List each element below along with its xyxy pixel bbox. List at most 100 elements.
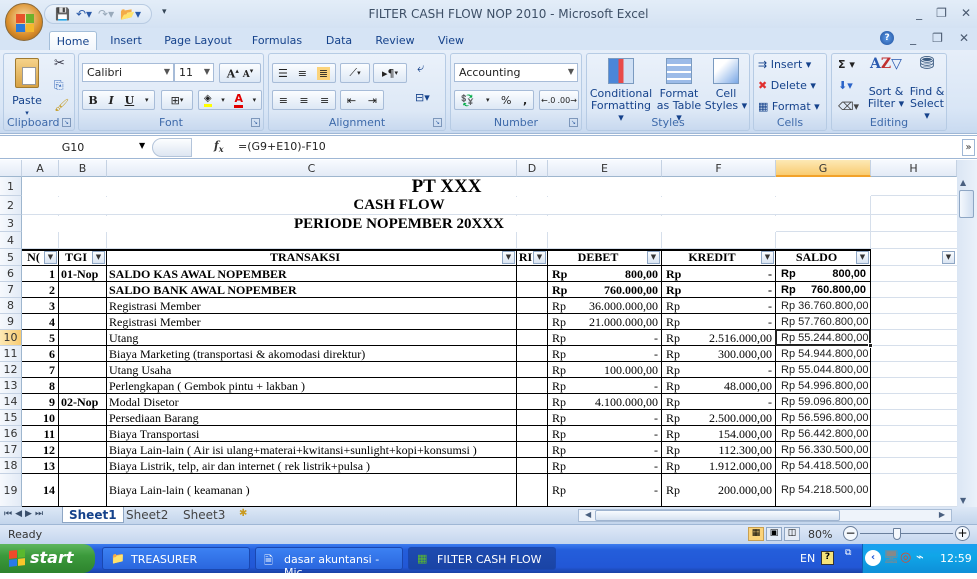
insert-function-icon[interactable]: fx (214, 139, 224, 154)
save-icon[interactable]: 💾 (55, 7, 70, 21)
filter-dropdown-saldo[interactable]: ▼ (856, 251, 869, 264)
align-center-icon[interactable]: ≡ (299, 94, 308, 107)
show-hidden-icons-button[interactable]: ‹ (865, 550, 881, 566)
alignment-launcher-icon[interactable]: ↘ (433, 118, 442, 127)
tab-review[interactable]: Review (370, 31, 420, 50)
row-header-11[interactable]: 11 (0, 346, 22, 362)
fill-color-icon[interactable]: ◈ (203, 93, 212, 107)
workbook-minimize-button[interactable]: _ (910, 31, 916, 45)
language-help-icon[interactable]: ? (821, 551, 834, 565)
row-header-3[interactable]: 3 (0, 215, 22, 232)
clock[interactable]: 12:59 (940, 552, 972, 565)
worksheet-grid[interactable]: A B C D E F G H 1 2 3 4 5 6 7 8 9 10 11 12 13 14 15 16 17 18 19 PT … (0, 160, 957, 507)
language-indicator[interactable]: EN (800, 552, 815, 565)
shrink-font-icon[interactable]: A▾ (243, 66, 254, 80)
taskbar-item-word[interactable]: 🗎 dasar akuntansi - Mic... (255, 547, 403, 579)
conditional-formatting-button[interactable]: Conditional Formatting ▾ (589, 58, 653, 124)
tab-home[interactable]: Home (49, 31, 97, 50)
zoom-slider-thumb[interactable] (893, 528, 901, 540)
scroll-right-icon[interactable]: ▶ (939, 510, 945, 519)
column-header-d[interactable]: D (517, 160, 548, 177)
tab-page-layout[interactable]: Page Layout (160, 31, 236, 50)
zoom-level[interactable]: 80% (808, 528, 832, 541)
row-header-6[interactable]: 6 (0, 266, 22, 282)
align-right-icon[interactable]: ≡ (320, 94, 329, 107)
row-header-4[interactable]: 4 (0, 232, 22, 249)
percent-button[interactable]: % (501, 94, 511, 107)
copy-icon[interactable]: ⎘ (54, 79, 64, 91)
tab-formulas[interactable]: Formulas (248, 31, 306, 50)
increase-indent-icon[interactable]: ⇥ (368, 94, 377, 107)
decrease-indent-icon[interactable]: ⇤ (347, 94, 356, 107)
zoom-slider-track[interactable] (860, 533, 953, 534)
number-launcher-icon[interactable]: ↘ (569, 118, 578, 127)
row-header-10[interactable]: 10 (0, 330, 22, 346)
page-layout-view-icon[interactable]: ▣ (766, 527, 782, 541)
underline-dropdown-icon[interactable]: ▾ (145, 96, 149, 104)
format-cells-button[interactable]: ▦ Format ▾ (758, 101, 820, 113)
start-button[interactable]: start (0, 544, 95, 573)
merge-center-icon[interactable]: ⊟▾ (415, 92, 430, 104)
formula-input[interactable]: =(G9+E10)-F10 (238, 140, 326, 153)
zoom-in-icon[interactable]: + (955, 526, 970, 541)
formula-bar-splitter[interactable] (152, 138, 192, 157)
cut-icon[interactable]: ✂ (54, 57, 65, 70)
font-color-icon[interactable]: A (234, 92, 243, 108)
fill-handle[interactable] (868, 343, 873, 348)
undo-icon[interactable]: ↶▾ (76, 7, 92, 21)
name-box-dropdown-icon[interactable]: ▼ (139, 141, 145, 150)
filter-dropdown-debet[interactable]: ▼ (647, 251, 660, 264)
grow-shrink-font-buttons[interactable]: A▴ A▾ (219, 63, 261, 83)
font-name-combo[interactable]: Calibri ▼ (82, 63, 174, 82)
find-select-button[interactable]: ⛃ Find & Select ▾ (908, 55, 946, 122)
insert-cells-button[interactable]: ⇉ Insert ▾ (758, 59, 811, 71)
row-header-15[interactable]: 15 (0, 410, 22, 426)
row-header-13[interactable]: 13 (0, 378, 22, 394)
paste-button[interactable]: Paste ▾ (10, 58, 44, 119)
scroll-left-icon[interactable]: ◀ (585, 510, 591, 519)
usb-device-icon[interactable]: ⌁ (916, 550, 924, 565)
column-header-b[interactable]: B (59, 160, 107, 177)
autosum-button[interactable]: Σ ▾ (838, 59, 855, 71)
filter-dropdown-h[interactable]: ▼ (942, 251, 955, 264)
italic-button[interactable]: I (109, 94, 114, 107)
language-bar-restore-icon[interactable]: ⧉ (845, 548, 851, 558)
vertical-scrollbar[interactable]: ▲ ▼ (957, 160, 977, 507)
fill-icon[interactable]: ⬇▾ (838, 80, 853, 92)
increase-decimal-icon[interactable]: ←.0 (541, 96, 555, 105)
clear-icon[interactable]: ⌫▾ (838, 101, 859, 113)
cell-styles-button[interactable]: Cell Styles ▾ (703, 58, 749, 112)
name-box[interactable]: G10 (3, 139, 143, 156)
row-header-19[interactable]: 19 (0, 474, 22, 507)
row-header-1[interactable]: 1 (0, 177, 22, 196)
row-header-2[interactable]: 2 (0, 196, 22, 215)
column-header-a[interactable]: A (22, 160, 59, 177)
align-top-icon[interactable]: ☰ (278, 67, 288, 80)
tab-view[interactable]: View (432, 31, 470, 50)
column-header-f[interactable]: F (662, 160, 776, 177)
sheet-tab-1[interactable]: Sheet1 (62, 507, 124, 523)
restore-button[interactable]: ❐ (936, 6, 947, 20)
borders-button[interactable]: ⊞ ▾ (161, 90, 193, 110)
horizontal-scrollbar[interactable]: ◀ ▶ (578, 509, 952, 522)
scroll-down-icon[interactable]: ▼ (960, 496, 966, 505)
column-header-e[interactable]: E (548, 160, 662, 177)
sheet-tab-2[interactable]: Sheet2 (120, 507, 174, 523)
vertical-scroll-thumb[interactable] (959, 190, 974, 218)
row-header-7[interactable]: 7 (0, 282, 22, 298)
column-header-h[interactable]: H (871, 160, 957, 177)
insert-sheet-icon[interactable]: ✱ (233, 507, 253, 523)
row-header-17[interactable]: 17 (0, 442, 22, 458)
align-left-icon[interactable]: ≡ (279, 94, 288, 107)
help-icon[interactable]: ? (880, 31, 895, 45)
minimize-button[interactable]: _ (916, 6, 922, 20)
row-header-14[interactable]: 14 (0, 394, 22, 410)
taskbar-item-excel[interactable]: ▦ FILTER CASH FLOW ... (408, 547, 556, 579)
align-middle-icon[interactable]: ≡ (298, 67, 307, 80)
font-size-combo[interactable]: 11 ▼ (174, 63, 214, 82)
tab-insert[interactable]: Insert (104, 31, 148, 50)
taskbar-item-treasurer[interactable]: 📁 TREASURER (102, 547, 250, 570)
network-icon[interactable]: 🖥 (883, 550, 900, 565)
redo-icon[interactable]: ↷▾ (98, 7, 114, 21)
normal-view-icon[interactable]: ▦ (748, 527, 764, 541)
